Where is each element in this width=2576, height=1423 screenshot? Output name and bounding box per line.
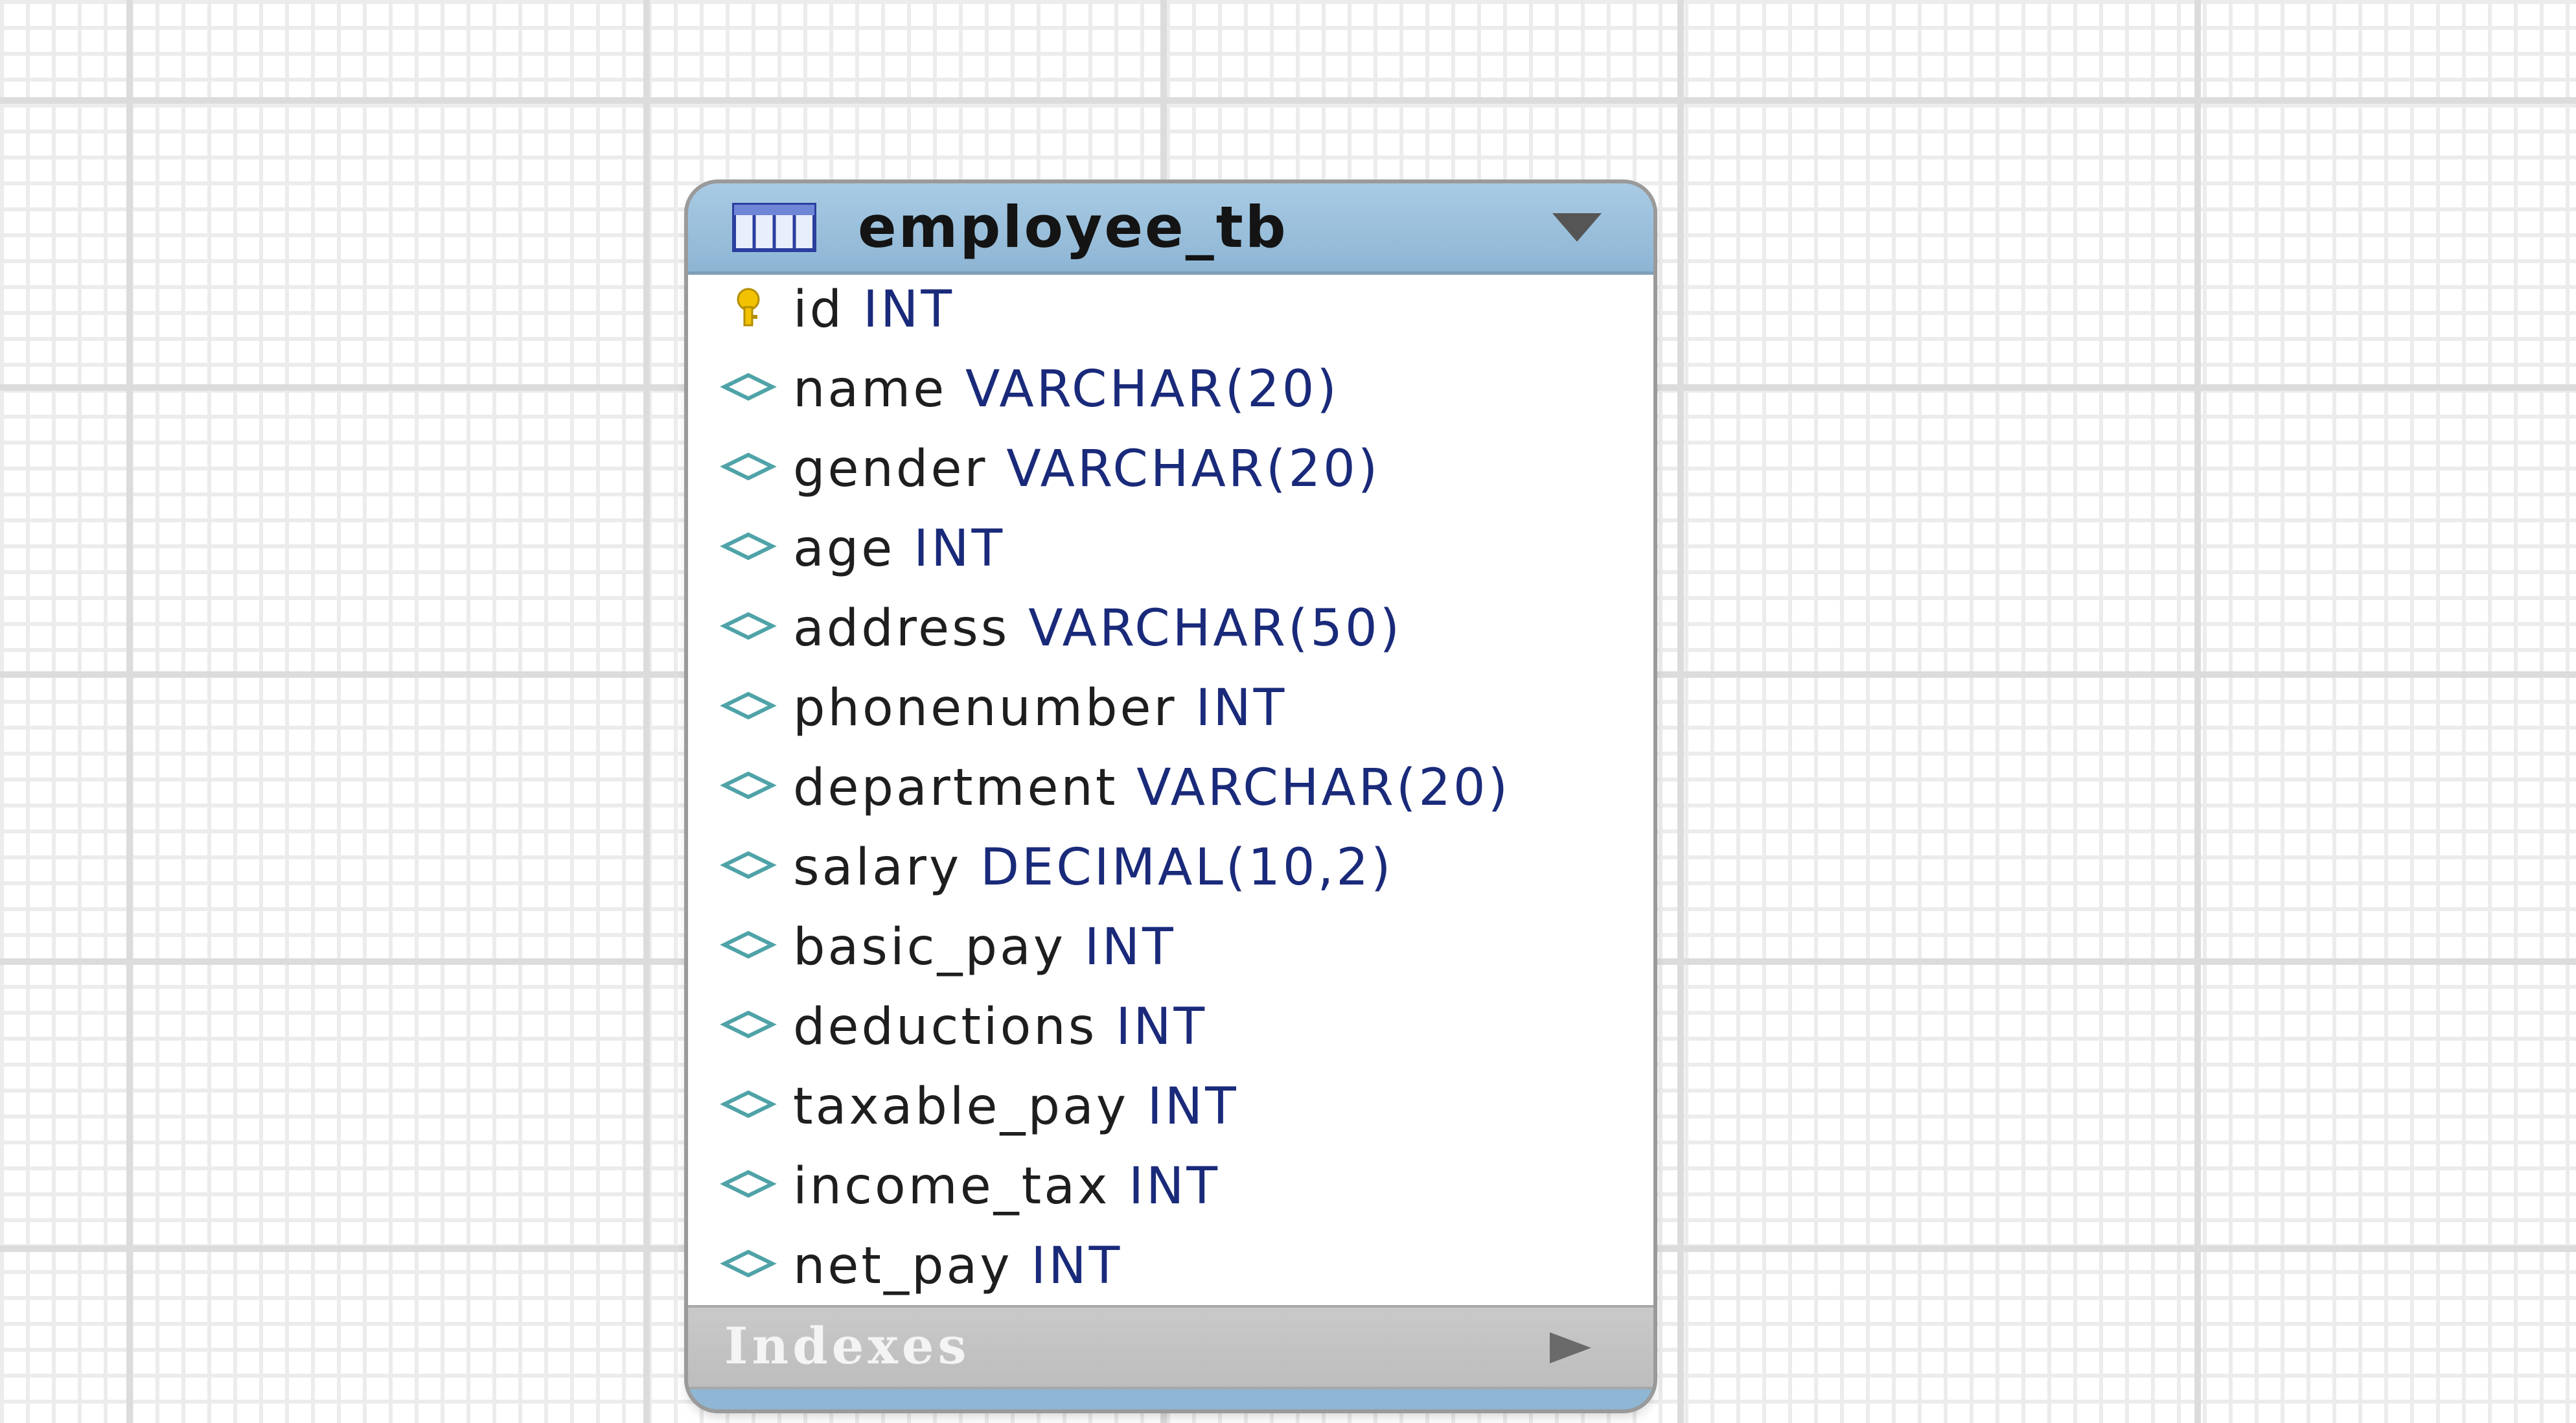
column-name: gender xyxy=(793,440,988,498)
column-type: INT xyxy=(1129,1157,1221,1216)
diamond-icon xyxy=(720,612,777,640)
column-row[interactable]: salary DECIMAL(10,2) xyxy=(688,833,1653,912)
column-name: department xyxy=(793,759,1118,817)
table-icon xyxy=(732,203,816,252)
column-name: basic_pay xyxy=(793,918,1066,977)
column-type: VARCHAR(20) xyxy=(1006,440,1381,498)
diamond-icon xyxy=(720,691,777,720)
column-type: INT xyxy=(1195,679,1287,737)
diamond-icon xyxy=(720,452,777,481)
column-type: INT xyxy=(914,520,1006,578)
column-row[interactable]: net_pay INT xyxy=(688,1231,1653,1311)
column-name: net_pay xyxy=(793,1237,1013,1295)
table-header[interactable]: employee_tb xyxy=(688,183,1653,275)
key-icon xyxy=(737,288,760,327)
column-row[interactable]: basic_pay INT xyxy=(688,912,1653,992)
column-name: deductions xyxy=(793,998,1098,1056)
column-label: basic_pay INT xyxy=(793,916,1176,978)
column-label: phonenumber INT xyxy=(793,677,1287,739)
column-type: INT xyxy=(1031,1237,1123,1295)
column-name: id xyxy=(793,281,845,339)
column-name: taxable_pay xyxy=(793,1078,1129,1136)
column-label: id INT xyxy=(793,279,954,341)
column-type: INT xyxy=(862,281,954,339)
table-name[interactable]: employee_tb xyxy=(858,198,1288,257)
diamond-icon xyxy=(720,1090,777,1118)
diamond-icon xyxy=(720,931,777,959)
column-row[interactable]: department VARCHAR(20) xyxy=(688,753,1653,833)
column-type: DECIMAL(10,2) xyxy=(980,839,1394,897)
column-row[interactable]: phonenumber INT xyxy=(688,673,1653,753)
diamond-icon xyxy=(720,373,777,401)
column-label: net_pay INT xyxy=(793,1235,1122,1297)
column-label: salary DECIMAL(10,2) xyxy=(793,837,1393,899)
table-footer xyxy=(688,1389,1653,1409)
triangle-right-icon[interactable] xyxy=(1543,1330,1598,1366)
diamond-icon xyxy=(720,1010,777,1039)
column-label: deductions INT xyxy=(793,996,1207,1058)
diamond-icon xyxy=(720,1170,777,1198)
column-list: id INT name VARCHAR(20) gender VARCHAR(20)… xyxy=(688,275,1653,1305)
column-row[interactable]: age INT xyxy=(688,514,1653,594)
column-type: INT xyxy=(1147,1078,1239,1136)
column-name: address xyxy=(793,599,1010,658)
table-entity[interactable]: employee_tb id INT name VARCHAR(20) gender… xyxy=(688,183,1653,1409)
diamond-icon xyxy=(720,771,777,800)
column-type: INT xyxy=(1084,918,1176,977)
column-label: age INT xyxy=(793,518,1005,580)
column-name: name xyxy=(793,360,947,419)
column-type: INT xyxy=(1116,998,1208,1056)
column-label: name VARCHAR(20) xyxy=(793,358,1339,421)
indexes-label: Indexes xyxy=(724,1317,971,1376)
column-label: taxable_pay INT xyxy=(793,1076,1239,1138)
indexes-section[interactable]: Indexes xyxy=(688,1305,1653,1389)
diamond-icon xyxy=(720,851,777,879)
column-type: VARCHAR(50) xyxy=(1028,599,1403,658)
column-row[interactable]: id INT xyxy=(688,275,1653,354)
column-type: VARCHAR(20) xyxy=(1136,759,1511,817)
column-label: gender VARCHAR(20) xyxy=(793,438,1380,500)
column-name: income_tax xyxy=(793,1157,1110,1216)
column-name: age xyxy=(793,520,895,578)
column-row[interactable]: name VARCHAR(20) xyxy=(688,354,1653,434)
triangle-down-icon[interactable] xyxy=(1550,209,1604,246)
column-row[interactable]: deductions INT xyxy=(688,992,1653,1072)
column-row[interactable]: address VARCHAR(50) xyxy=(688,594,1653,673)
column-row[interactable]: income_tax INT xyxy=(688,1151,1653,1231)
column-label: income_tax INT xyxy=(793,1155,1220,1218)
diagram-canvas: employee_tb id INT name VARCHAR(20) gender… xyxy=(0,0,2576,1423)
column-name: salary xyxy=(793,839,962,897)
column-name: phonenumber xyxy=(793,679,1177,737)
column-label: address VARCHAR(50) xyxy=(793,597,1402,660)
diamond-icon xyxy=(720,532,777,561)
column-label: department VARCHAR(20) xyxy=(793,757,1510,819)
column-type: VARCHAR(20) xyxy=(965,360,1339,419)
diamond-icon xyxy=(720,1249,777,1278)
column-row[interactable]: taxable_pay INT xyxy=(688,1072,1653,1151)
column-row[interactable]: gender VARCHAR(20) xyxy=(688,434,1653,514)
